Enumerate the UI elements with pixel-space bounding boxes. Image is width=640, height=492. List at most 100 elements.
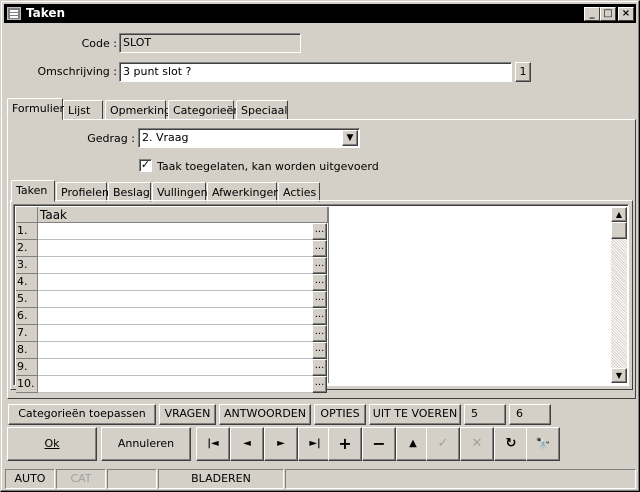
row-number: 7. [16,325,38,342]
categorieen-toepassen-button[interactable]: Categorieën toepassen [8,404,156,425]
ellipsis-button[interactable]: ... [312,257,327,274]
uit-te-voeren-button[interactable]: UIT TE VOEREN [369,404,461,425]
code-field[interactable]: SLOT [119,33,301,53]
row-number: 3. [16,257,38,274]
binoculars-find-icon[interactable]: 🔭 [526,427,560,461]
ellipsis-button[interactable]: ... [312,359,327,376]
tab-speciaal[interactable]: Speciaal [236,100,288,120]
taken-grid: Taak 1.... 2.... 3.... 4.... 5.... 6.... 7....… [13,204,629,393]
taak-cell[interactable] [38,325,312,342]
remove-record-icon[interactable]: − [362,427,396,461]
edit-up-icon[interactable]: ▲ [396,427,430,461]
ellipsis-button[interactable]: ... [312,342,327,359]
opties-button[interactable]: OPTIES [314,404,366,425]
gedrag-select[interactable]: 2. Vraag [138,128,360,148]
antwoorden-button[interactable]: ANTWOORDEN [219,404,311,425]
ellipsis-button[interactable]: ... [312,223,327,240]
grid-divider [328,207,329,383]
tab-opmerking[interactable]: Opmerking [105,100,171,120]
app-icon [7,7,21,20]
first-record-icon[interactable]: |◄ [196,427,230,461]
status-auto: AUTO [5,469,55,489]
status-message [285,469,636,489]
title-bar: Taken _ □ × [4,4,636,23]
subtab-vullingen[interactable]: Vullingen [152,182,208,202]
table-row[interactable]: 2.... [16,240,327,257]
subtab-profielen[interactable]: Profielen [56,182,109,202]
table-row[interactable]: 6.... [16,308,327,325]
table-row[interactable]: 4.... [16,274,327,291]
annuleren-button[interactable]: Annuleren [101,427,191,461]
window: Taken _ □ × Code : SLOT Omschrijving : 3… [0,0,640,492]
taak-cell[interactable] [38,240,312,257]
taak-cell[interactable] [38,342,312,359]
subtab-taken[interactable]: Taken [11,180,55,202]
grid-corner [16,207,38,223]
omschrijving-label: Omschrijving : [37,65,117,78]
minimize-button[interactable]: _ [584,7,600,21]
taak-toegelaten-checkbox[interactable]: ✓ [139,159,152,172]
taak-cell[interactable] [38,376,312,393]
close-button[interactable]: × [618,7,634,21]
refresh-icon[interactable]: ↻ [494,427,528,461]
scroll-thumb[interactable] [611,222,627,239]
table-row[interactable]: 7.... [16,325,327,342]
taak-toegelaten-label: Taak toegelaten, kan worden uitgevoerd [157,160,379,173]
add-record-icon[interactable]: + [328,427,362,461]
scroll-down-icon[interactable]: ▼ [611,368,627,383]
table-row[interactable]: 3.... [16,257,327,274]
ellipsis-button[interactable]: ... [312,291,327,308]
subtab-afwerkingen[interactable]: Afwerkingen [207,182,280,202]
ok-button[interactable]: Ok [7,427,97,461]
ellipsis-button[interactable]: ... [312,325,327,342]
taak-cell[interactable] [38,257,312,274]
gedrag-value: 2. Vraag [142,131,189,144]
ellipsis-button[interactable]: ... [312,308,327,325]
row-number: 6. [16,308,38,325]
row-number: 8. [16,342,38,359]
row-number: 1. [16,223,38,240]
scroll-up-icon[interactable]: ▲ [611,207,627,222]
prev-record-icon[interactable]: ◄ [230,427,264,461]
code-label: Code : [81,37,117,50]
table-row[interactable]: 5.... [16,291,327,308]
ellipsis-button[interactable]: ... [312,376,327,393]
tab-lijst[interactable]: Lijst [63,100,103,120]
subtab-beslag[interactable]: Beslag [108,182,151,202]
ellipsis-button[interactable]: ... [312,274,327,291]
ellipsis-button[interactable]: ... [312,240,327,257]
vragen-button[interactable]: VRAGEN [159,404,216,425]
taak-cell[interactable] [38,223,312,240]
table-row[interactable]: 8.... [16,342,327,359]
chevron-down-icon[interactable]: ▼ [342,130,358,146]
action-5-button[interactable]: 5 [464,404,506,425]
status-cat: CAT [56,469,106,489]
gedrag-label: Gedrag : [87,132,135,145]
row-number: 9. [16,359,38,376]
confirm-icon[interactable]: ✓ [426,427,460,461]
last-record-icon[interactable]: ►| [298,427,332,461]
omschrijving-field[interactable]: 3 punt slot ? [119,62,512,82]
next-record-icon[interactable]: ► [264,427,298,461]
table-row[interactable]: 10.... [16,376,327,393]
taak-cell[interactable] [38,308,312,325]
tab-formulier[interactable]: Formulier [7,98,64,120]
subtab-acties[interactable]: Acties [278,182,320,202]
taak-cell[interactable] [38,359,312,376]
status-mode: BLADEREN [158,469,284,489]
taak-cell[interactable] [38,291,312,308]
omschrijving-count-badge: 1 [515,62,531,82]
tab-categorieen[interactable]: Categorieën [168,100,240,120]
maximize-button[interactable]: □ [600,7,616,21]
row-number: 10. [16,376,38,393]
table-row[interactable]: 9.... [16,359,327,376]
row-number: 4. [16,274,38,291]
row-number: 5. [16,291,38,308]
action-6-button[interactable]: 6 [509,404,551,425]
vertical-scrollbar[interactable]: ▲ ▼ [611,207,627,383]
cancel-edit-icon[interactable]: ✕ [460,427,494,461]
taak-cell[interactable] [38,274,312,291]
table-row[interactable]: 1.... [16,223,327,240]
row-number: 2. [16,240,38,257]
column-header-taak: Taak [38,207,328,223]
